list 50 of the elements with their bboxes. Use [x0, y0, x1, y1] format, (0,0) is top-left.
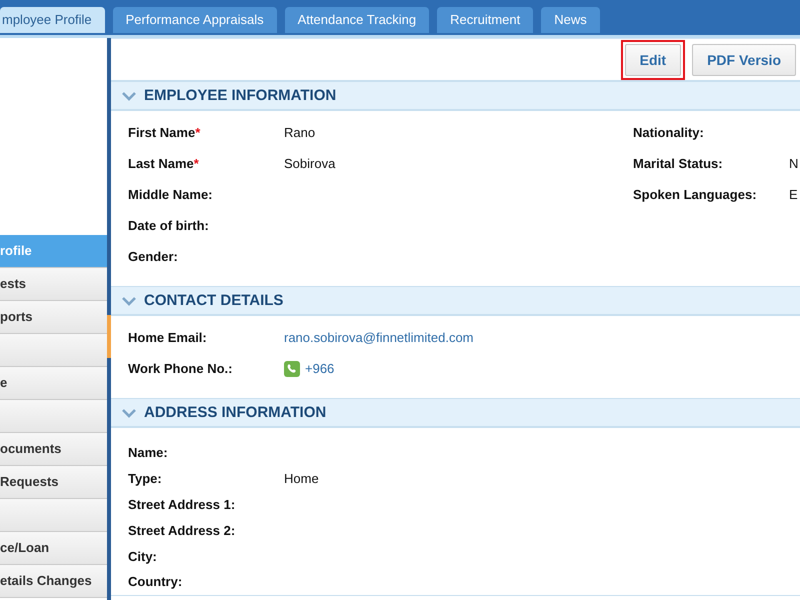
sidebar-item[interactable]: ocuments [0, 433, 107, 466]
field-value: Rano [284, 125, 316, 140]
field-label: Marital Status: [633, 156, 724, 171]
chevron-icon [122, 90, 136, 100]
sidebar-item[interactable]: e [0, 367, 107, 400]
toolbar-button[interactable]: PDF Versio [692, 44, 796, 76]
sidebar-item[interactable]: etails Changes [0, 565, 107, 598]
field-label: City: [128, 548, 158, 564]
field-label: Middle Name: [128, 187, 214, 202]
sidebar-item[interactable]: Requests [0, 466, 107, 499]
section-header[interactable]: ADDRESS INFORMATION [111, 399, 800, 428]
email-link[interactable]: rano.sobirova@finnetlimited.com [284, 330, 474, 345]
field-label: First Name* [128, 125, 202, 140]
sidebar-item[interactable]: ce/Loan [0, 532, 107, 565]
required-mark: * [194, 156, 199, 171]
section-title: CONTACT DETAILS [144, 292, 284, 309]
field-value: E [789, 187, 798, 202]
required-mark: * [195, 125, 200, 140]
sidebar-item[interactable] [0, 400, 107, 433]
field-label: Date of birth: [128, 218, 210, 233]
toolbar-button[interactable]: Edit [624, 44, 682, 76]
field-label: Street Address 1: [128, 496, 236, 512]
collapse-handle[interactable] [107, 315, 111, 358]
chevron-icon [122, 296, 136, 306]
section-header[interactable]: CONTACT DETAILS [111, 287, 800, 316]
section-title: EMPLOYEE INFORMATION [144, 87, 336, 104]
panel-splitter[interactable] [107, 38, 111, 600]
sidebar-item[interactable]: ests [0, 268, 107, 301]
field-label: Name: [128, 445, 169, 460]
field-value: N [789, 156, 798, 171]
field-label: Country: [128, 574, 184, 590]
chevron-icon [122, 408, 136, 418]
field-label: Street Address 2: [128, 522, 236, 538]
phone-icon [284, 360, 300, 376]
section-header[interactable]: EMPLOYEE INFORMATION [111, 82, 800, 111]
field-value: Sobirova [284, 156, 336, 171]
field-label: Last Name* [128, 156, 200, 171]
field-label: Home Email: [128, 330, 208, 345]
field-label: Type: [128, 471, 163, 486]
sidebar-item[interactable]: ports [0, 301, 107, 334]
tab[interactable]: mployee Profile [0, 7, 105, 33]
sidebar-item[interactable] [0, 334, 107, 367]
field-label: Nationality: [633, 125, 705, 140]
field-value: Home [284, 471, 319, 486]
sidebar-item[interactable] [0, 499, 107, 532]
section-title: ADDRESS INFORMATION [144, 404, 326, 421]
field-label: Spoken Languages: [633, 187, 758, 202]
phone-link[interactable]: +966 [305, 361, 334, 376]
field-label: Work Phone No.: [128, 361, 234, 376]
field-label: Gender: [128, 249, 179, 264]
